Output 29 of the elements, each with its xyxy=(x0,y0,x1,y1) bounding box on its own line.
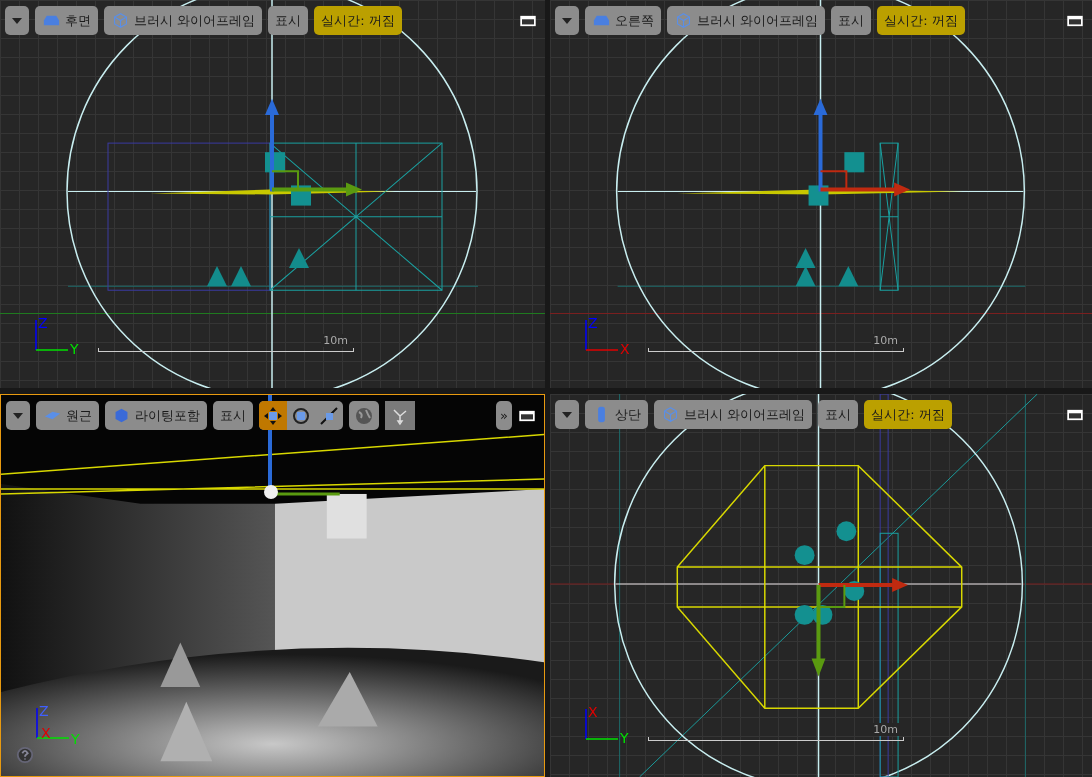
axis-label: Z xyxy=(588,316,598,330)
axis-label: Z xyxy=(39,704,49,718)
show-button[interactable]: 표시 xyxy=(213,401,253,430)
view-type-button[interactable]: 상단 xyxy=(585,400,648,429)
axis-label: X xyxy=(41,726,51,740)
realtime-button[interactable]: 실시간: 꺼짐 xyxy=(314,6,402,35)
realtime-button[interactable]: 실시간: 꺼짐 xyxy=(877,6,965,35)
axis-label: X xyxy=(588,705,598,719)
axis-label: X xyxy=(620,342,630,356)
view-mode-button[interactable]: 브러시 와이어프레임 xyxy=(654,400,813,429)
scale-label: 10m xyxy=(321,334,350,347)
viewport[interactable]: 원근 라이팅포함 표시 » Z X Y xyxy=(0,394,545,777)
view-type-button[interactable]: 원근 xyxy=(36,401,99,430)
view-type-button[interactable]: 오른쪽 xyxy=(585,6,661,35)
axis-label: Y xyxy=(70,342,79,356)
more-button[interactable]: » xyxy=(496,401,512,430)
view-mode-button[interactable]: 브러시 와이어프레임 xyxy=(104,6,263,35)
view-mode-button[interactable]: 라이팅포함 xyxy=(105,401,207,430)
view-mode-button[interactable]: 브러시 와이어프레임 xyxy=(667,6,826,35)
axis-label: Y xyxy=(71,732,80,746)
realtime-button[interactable]: 실시간: 꺼짐 xyxy=(864,400,952,429)
show-button[interactable]: 표시 xyxy=(831,6,872,35)
axis-label: Y xyxy=(620,731,629,745)
show-button[interactable]: 표시 xyxy=(268,6,309,35)
view-type-button[interactable]: 후면 xyxy=(35,6,98,35)
scale-label: 10m xyxy=(871,334,900,347)
show-button[interactable]: 표시 xyxy=(818,400,859,429)
axis-label: Z xyxy=(38,316,48,330)
scale-label: 10m xyxy=(871,723,900,736)
